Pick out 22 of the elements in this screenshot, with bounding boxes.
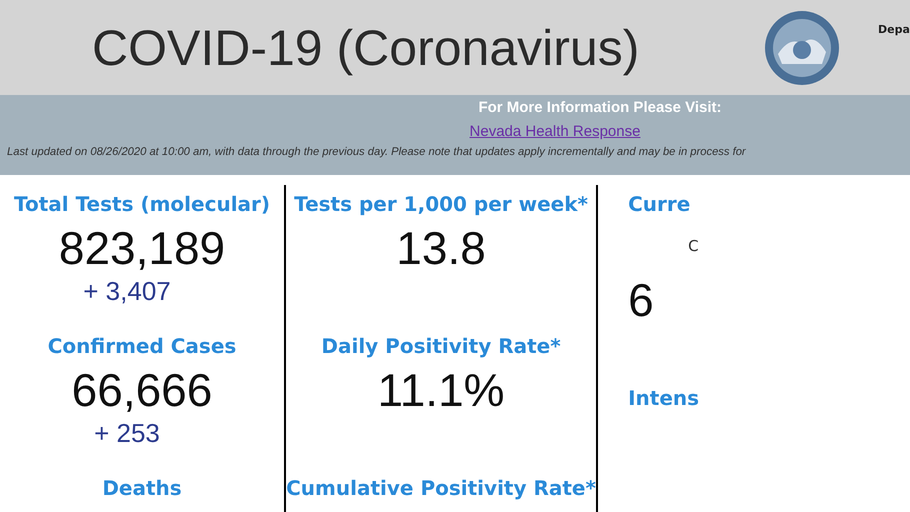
update-note: Last updated on 08/26/2020 at 10:00 am, with data through the previous day. Please note that updates apply incrementally and may be in process for (7, 145, 746, 160)
metric-heading: Total Tests (molecular) (14, 191, 270, 218)
metric-change: + 3,407 (83, 276, 171, 306)
metric-value: 11.1% (378, 363, 505, 418)
metric-heading: Tests per 1,000 per week* (294, 191, 588, 218)
metric-value: 66,666 (72, 363, 212, 418)
metric-heading: Cumulative Positivity Rate* (286, 475, 596, 502)
metric-heading: Confirmed Cases (48, 333, 236, 360)
metric-change: + 253 (94, 418, 160, 448)
metric-heading: Intens (628, 385, 700, 412)
banner-heading: For More Information Please Visit: (478, 98, 722, 118)
metric-heading: Daily Positivity Rate* (321, 333, 561, 360)
page-title: COVID-19 (Coronavirus) (92, 18, 640, 76)
metric-heading: Curre (628, 191, 690, 218)
state-seal-icon (764, 10, 840, 86)
metric-value: 13.8 (396, 221, 486, 276)
metric-value: 823,189 (58, 221, 226, 276)
metric-heading: Deaths (102, 475, 182, 502)
metric-label: C (688, 236, 699, 257)
metric-value: 6 (628, 273, 654, 328)
department-name: Depa (878, 23, 910, 36)
health-response-link[interactable]: Nevada Health Response (470, 119, 640, 143)
